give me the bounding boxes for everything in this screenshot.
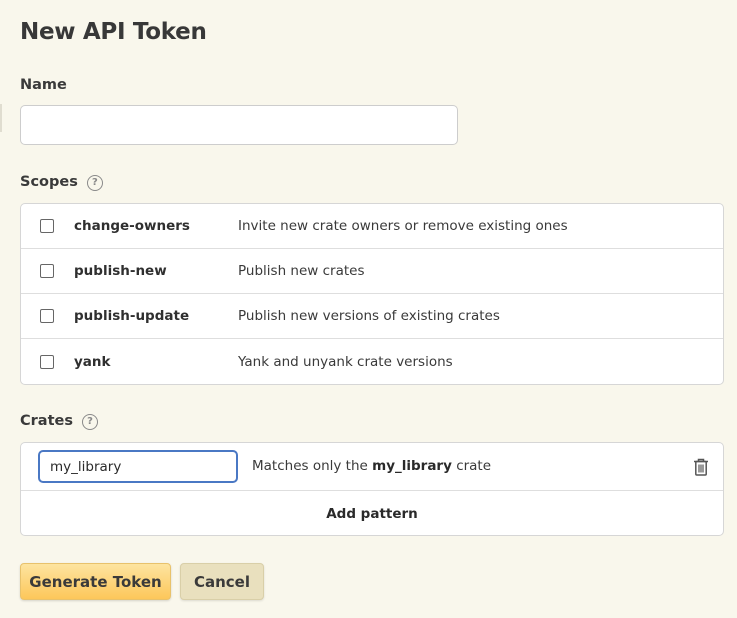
scope-description: Invite new crate owners or remove existi… xyxy=(238,218,568,234)
scope-name: publish-update xyxy=(74,308,190,324)
scope-name: change-owners xyxy=(74,218,190,234)
crate-desc-suffix: crate xyxy=(456,458,492,474)
name-input[interactable] xyxy=(20,105,458,145)
left-edge-divider xyxy=(0,104,2,132)
scope-description: Publish new crates xyxy=(238,263,365,279)
crates-box: Matches only the my_library crate Add pa… xyxy=(20,442,724,536)
scope-row-publish-new: publish-new Publish new crates xyxy=(21,249,723,294)
scopes-table: change-owners Invite new crate owners or… xyxy=(20,203,724,385)
scopes-label-text: Scopes xyxy=(20,174,78,190)
scope-row-yank: yank Yank and unyank crate versions xyxy=(21,339,723,384)
scopes-label: Scopes? xyxy=(20,174,103,191)
add-pattern-button[interactable]: Add pattern xyxy=(21,491,723,536)
checkbox-publish-update[interactable] xyxy=(40,309,54,323)
help-icon[interactable]: ? xyxy=(81,414,98,430)
crates-label-text: Crates xyxy=(20,413,73,429)
scope-row-publish-update: publish-update Publish new versions of e… xyxy=(21,294,723,339)
generate-token-button[interactable]: Generate Token xyxy=(20,563,171,600)
page-title: New API Token xyxy=(20,19,207,45)
scope-description: Publish new versions of existing crates xyxy=(238,308,500,324)
scope-name: yank xyxy=(74,353,111,370)
crates-label: Crates? xyxy=(20,413,98,430)
crate-desc-name: my_library xyxy=(372,458,452,474)
crate-pattern-input[interactable] xyxy=(38,450,238,483)
cancel-button[interactable]: Cancel xyxy=(180,563,264,600)
checkbox-change-owners[interactable] xyxy=(40,219,54,233)
crate-pattern-description: Matches only the my_library crate xyxy=(252,458,491,474)
scope-description: Yank and unyank crate versions xyxy=(238,353,453,370)
checkbox-yank[interactable] xyxy=(40,354,54,369)
crate-pattern-row: Matches only the my_library crate xyxy=(21,443,723,491)
name-label: Name xyxy=(20,77,67,93)
scope-name: publish-new xyxy=(74,263,167,279)
trash-icon[interactable] xyxy=(693,458,709,476)
scope-row-change-owners: change-owners Invite new crate owners or… xyxy=(21,204,723,249)
crate-desc-prefix: Matches only the xyxy=(252,458,368,474)
help-icon[interactable]: ? xyxy=(86,175,103,191)
checkbox-publish-new[interactable] xyxy=(40,264,54,278)
